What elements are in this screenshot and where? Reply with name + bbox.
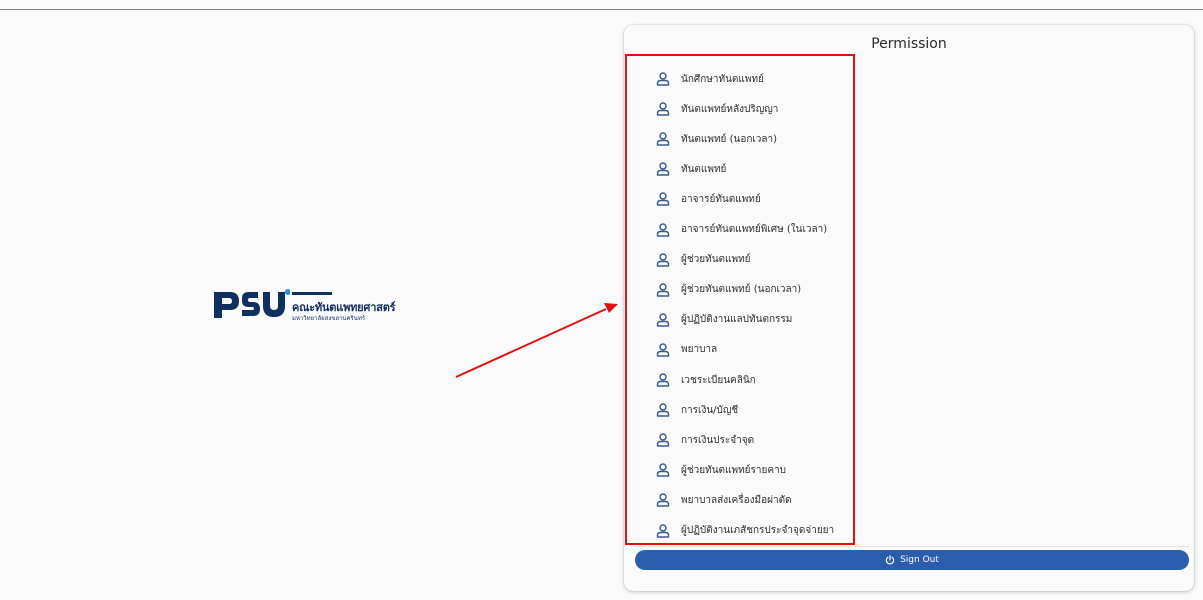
university-name: มหาวิทยาลัยสงขลานครินทร์ [292, 315, 366, 322]
sign-out-label: Sign Out [900, 555, 939, 565]
permission-item-label: ทันตแพทย์ (นอกเวลา) [681, 133, 778, 145]
permission-item-label: ผู้ช่วยทันตแพทย์รายคาบ [681, 464, 787, 476]
permission-item-label: ทันตแพทย์หลังปริญญา [681, 103, 779, 115]
permission-item[interactable]: อาจารย์ทันตแพทย์ [633, 184, 1181, 214]
user-icon [656, 523, 670, 538]
permission-title: Permission [871, 36, 947, 52]
permission-item[interactable]: พยาบาลส่งเครื่องมือผ่าตัด [633, 485, 1181, 515]
user-icon [656, 192, 670, 207]
permission-item-label: ผู้ช่วยทันตแพทย์ [681, 254, 751, 266]
card-divider [634, 546, 1189, 547]
power-icon [885, 555, 895, 565]
permission-item-label: การเงินประจำจุด [681, 434, 755, 446]
permission-item[interactable]: ทันตแพทย์ [633, 154, 1181, 184]
user-icon [656, 463, 670, 477]
permission-item-label: ทันตแพทย์ [681, 163, 727, 175]
permission-item[interactable]: ผู้ช่วยทันตแพทย์ (นอกเวลา) [633, 275, 1181, 305]
permission-item-label: อาจารย์ทันตแพทย์ [681, 193, 761, 205]
permission-item[interactable]: ผู้ปฏิบัติงานเภสัชกรประจำจุดจ่ายยา [633, 516, 1181, 543]
user-icon [656, 222, 670, 237]
permission-card: Permission นักศึกษาทันตแพทย์ทันตแพทย์หลั… [624, 25, 1194, 591]
user-icon [656, 373, 670, 387]
permission-item-label: นักศึกษาทันตแพทย์ [681, 73, 764, 85]
user-icon [656, 313, 670, 327]
permission-item-label: ผู้ปฏิบัติงานเภสัชกรประจำจุดจ่ายยา [681, 525, 835, 536]
permission-item[interactable]: ทันตแพทย์หลังปริญญา [633, 94, 1181, 124]
sign-out-button[interactable]: Sign Out [635, 550, 1189, 570]
user-icon [656, 132, 670, 146]
permission-item[interactable]: ผู้ช่วยทันตแพทย์รายคาบ [633, 455, 1181, 485]
permission-item-label: ผู้ปฏิบัติงานแลปทันตกรรม [681, 314, 793, 326]
permission-item-label: อาจารย์ทันตแพทย์พิเศษ (ในเวลา) [681, 224, 828, 235]
page: คณะทันตแพทยศาสตร์ มหาวิทยาลัยสงขลานครินท… [0, 0, 1203, 600]
permission-item[interactable]: เวชระเบียนคลินิก [633, 365, 1181, 395]
user-icon [656, 282, 670, 297]
user-icon [656, 493, 670, 508]
permission-item[interactable]: ทันตแพทย์ (นอกเวลา) [633, 124, 1181, 154]
permission-item[interactable]: นักศึกษาทันตแพทย์ [633, 64, 1181, 94]
top-divider [0, 9, 1203, 10]
permission-item-label: พยาบาลส่งเครื่องมือผ่าตัด [681, 494, 792, 506]
permission-item-label: พยาบาล [681, 344, 718, 356]
permission-item-label: การเงิน/บัญชี [681, 404, 739, 416]
permission-item[interactable]: ผู้ปฏิบัติงานแลปทันตกรรม [633, 305, 1181, 335]
permission-item[interactable]: อาจารย์ทันตแพทย์พิเศษ (ในเวลา) [633, 215, 1181, 245]
permission-item[interactable]: พยาบาล [633, 335, 1181, 365]
psu-dentistry-logo: คณะทันตแพทยศาสตร์ มหาวิทยาลัยสงขลานครินท… [212, 286, 422, 332]
user-icon [656, 403, 670, 417]
permission-item-label: เวชระเบียนคลินิก [681, 374, 756, 386]
permission-item[interactable]: การเงินประจำจุด [633, 425, 1181, 455]
permission-item[interactable]: ผู้ช่วยทันตแพทย์ [633, 245, 1181, 275]
user-icon [656, 433, 670, 447]
permission-item-label: ผู้ช่วยทันตแพทย์ (นอกเวลา) [681, 284, 802, 296]
permission-list[interactable]: นักศึกษาทันตแพทย์ทันตแพทย์หลังปริญญาทันต… [633, 62, 1181, 542]
user-icon [656, 252, 670, 267]
user-icon [656, 102, 670, 116]
psu-mark-icon [214, 289, 290, 318]
logo-bar-icon [292, 292, 332, 295]
user-icon [656, 162, 670, 176]
permission-item[interactable]: การเงิน/บัญชี [633, 395, 1181, 425]
user-icon [656, 343, 670, 357]
user-icon [656, 72, 670, 86]
